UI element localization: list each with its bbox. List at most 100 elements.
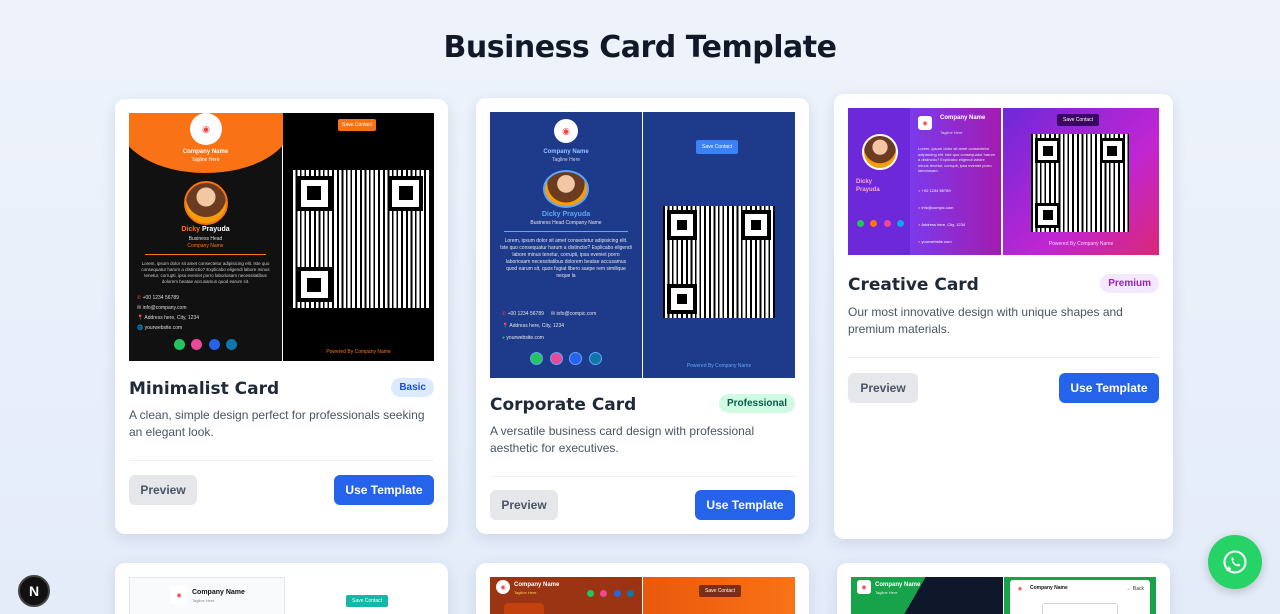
company-tagline: Tagline Here <box>940 130 963 135</box>
template-card-row2-1: ◉ Company Name Tagline Here Save Contact <box>115 563 448 614</box>
tier-badge: Premium <box>1100 274 1159 293</box>
person-last-name: Prayuda <box>562 211 591 218</box>
divider <box>490 476 795 477</box>
qr-code <box>663 206 775 318</box>
company-logo-back: ◉ <box>1014 583 1026 595</box>
card-title: Corporate Card <box>490 395 637 415</box>
company-name-back: Company Name <box>1030 585 1068 591</box>
company-small: Company Name <box>187 243 224 249</box>
use-template-button[interactable]: Use Template <box>695 490 795 520</box>
whatsapp-icon <box>1223 550 1247 574</box>
company-tagline: Tagline Here <box>551 157 581 163</box>
person-last-name: Prayuda <box>202 226 230 233</box>
company-tagline: Tagline Here <box>875 590 898 595</box>
template-card-row2-3: ◉ Company Name Tagline Here ◉ Company Na… <box>837 563 1170 614</box>
whatsapp-icon <box>587 590 594 597</box>
card-preview[interactable]: Dicky Prayuda ◉ Company Name Tagline Her… <box>848 108 1159 255</box>
qr-code <box>1031 134 1129 232</box>
card-preview[interactable]: ◉ Company Name Tagline Here Dicky Prayud… <box>129 113 434 361</box>
company-tagline: Tagline Here <box>514 590 537 595</box>
person-first-name: Dicky <box>181 226 201 233</box>
card-preview[interactable]: ◉ Company Name Tagline Here Save Contact <box>490 577 795 614</box>
card-back: Save Contact Powered By Company Name <box>283 113 434 361</box>
company-logo: ◉ <box>857 580 871 594</box>
next-dev-indicator[interactable]: N <box>18 575 50 607</box>
save-contact-button[interactable]: Save Contact <box>338 119 377 131</box>
linkedin-icon <box>226 339 238 350</box>
contact-website: 🌐 yourwebsite.com <box>137 325 183 331</box>
template-card-creative: Dicky Prayuda ◉ Company Name Tagline Her… <box>834 94 1173 539</box>
whatsapp-icon <box>857 220 864 227</box>
save-contact-button[interactable]: Save Contact <box>346 595 389 607</box>
tier-badge: Professional <box>718 394 795 413</box>
person-first-name: Dicky <box>541 211 561 218</box>
company-tagline: Tagline Here <box>191 157 220 163</box>
company-logo: ◉ <box>170 586 188 604</box>
card-title: Creative Card <box>848 275 979 295</box>
contact-phone: ✆ +00 1234 56789 ✉ info@compic.com <box>502 311 597 317</box>
page-title: Business Card Template <box>443 30 837 65</box>
card-description: Our most innovative design with unique s… <box>848 305 1123 336</box>
preview-button[interactable]: Preview <box>129 475 197 505</box>
divider-line <box>145 254 266 255</box>
card-description: A clean, simple design perfect for profe… <box>129 408 425 439</box>
save-contact-button[interactable]: Save Contact <box>699 585 742 597</box>
company-name: Company Name <box>875 582 921 588</box>
company-logo: ◉ <box>496 580 510 594</box>
contact-website: ● yourwebsite.com <box>502 335 544 341</box>
preview-button[interactable]: Preview <box>848 373 918 403</box>
contact-address: 📍 Address here, City, 1234 <box>502 323 565 329</box>
save-contact-button[interactable]: Save Contact <box>1057 114 1100 126</box>
company-logo: ◉ <box>918 116 932 130</box>
instagram-icon <box>191 339 203 350</box>
contact-email: ✉ info@company.com <box>137 305 187 311</box>
company-name: Company Name <box>940 115 986 121</box>
contact-phone: ● +00 1234 56789 <box>918 188 951 193</box>
facebook-icon <box>569 352 583 365</box>
contact-address: 📍 Address here, City, 1234 <box>137 315 200 321</box>
bio-text: Lorem, ipsum dolor sit amet consectetur … <box>500 238 632 279</box>
contact-email: ● info@compic.com <box>918 205 954 210</box>
social-icons <box>490 352 642 370</box>
bio-text: Lorem, ipsum dolor sit amet consectetur … <box>141 261 270 284</box>
company-name: Company Name <box>182 149 229 155</box>
facebook-icon <box>613 590 621 597</box>
preview-button[interactable]: Preview <box>490 490 558 520</box>
contact-phone: ✆ +00 1234 56789 <box>137 295 179 301</box>
card-title: Minimalist Card <box>129 379 280 399</box>
whatsapp-chat-button[interactable] <box>1208 535 1262 589</box>
instagram-icon <box>870 220 878 227</box>
use-template-button[interactable]: Use Template <box>334 475 434 505</box>
social-icons <box>129 337 282 355</box>
template-card-corporate: ◉ Company Name Tagline Here Dicky Prayud… <box>476 98 809 534</box>
person-first-name: Dicky <box>856 179 873 185</box>
card-preview[interactable]: ◉ Company Name Tagline Here ◉ Company Na… <box>851 577 1156 614</box>
card-description: A versatile business card design with pr… <box>490 424 755 455</box>
save-contact-button[interactable]: Save Contact <box>696 140 739 154</box>
whatsapp-icon <box>530 352 544 365</box>
company-logo: ◉ <box>190 113 222 145</box>
company-name: Company Name <box>514 582 560 588</box>
template-card-row2-2: ◉ Company Name Tagline Here Save Contact <box>476 563 809 614</box>
linkedin-icon <box>897 220 905 227</box>
company-logo: ◉ <box>554 119 578 143</box>
qr-code <box>291 170 429 308</box>
card-front: ◉ Company Name Tagline Here Dicky Prayud… <box>490 112 642 378</box>
back-button[interactable]: ← Back <box>1126 586 1144 592</box>
person-role: Business Head <box>530 220 565 226</box>
contact-website: ● yourwebsite.com <box>918 239 952 244</box>
bio-text: Lorem, ipsum dolor sit amet consectetur … <box>918 146 995 173</box>
whatsapp-icon <box>173 339 185 350</box>
person-role: Business Head <box>188 236 223 242</box>
avatar <box>543 170 589 208</box>
tier-badge: Basic <box>391 378 434 397</box>
company-name: Company Name <box>192 589 245 596</box>
company-small: Company Name <box>565 220 602 226</box>
card-preview[interactable]: ◉ Company Name Tagline Here Dicky Prayud… <box>490 112 795 378</box>
card-preview[interactable]: ◉ Company Name Tagline Here Save Contact <box>129 577 434 614</box>
divider <box>848 357 1159 358</box>
powered-by: Powered By Company Name <box>1048 241 1114 247</box>
use-template-button[interactable]: Use Template <box>1059 373 1159 403</box>
card-back: Save Contact Powered By Company Name <box>1003 108 1159 255</box>
contact-address: ● Address here, City, 1234 <box>918 222 966 227</box>
